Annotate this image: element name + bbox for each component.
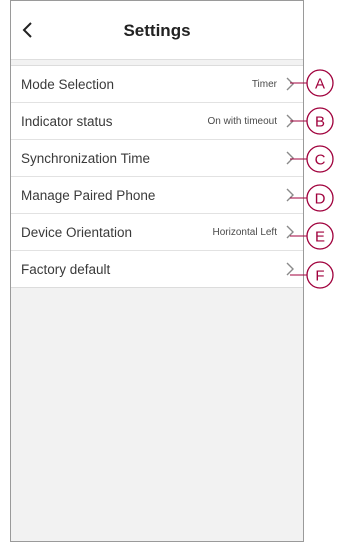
setting-label: Synchronization Time	[21, 151, 151, 166]
callout-label: D	[315, 191, 326, 208]
setting-label: Manage Paired Phone	[21, 188, 156, 203]
setting-row-device-orientation[interactable]: Device Orientation Horizontal Left	[11, 214, 303, 251]
chevron-right-icon	[286, 114, 294, 128]
page-title: Settings	[123, 21, 191, 40]
callout-label: B	[315, 114, 325, 131]
chevron-right-icon	[286, 262, 294, 276]
chevron-right-icon	[286, 188, 294, 202]
setting-value: Timer	[251, 79, 277, 90]
chevron-right-icon	[286, 77, 294, 91]
setting-row-synchronization-time[interactable]: Synchronization Time	[11, 140, 303, 177]
phone-screen: Settings Mode Selection Timer Indicator …	[10, 0, 304, 542]
setting-label: Device Orientation	[21, 225, 133, 240]
setting-label: Mode Selection	[21, 77, 115, 92]
callout-label: F	[315, 268, 324, 285]
header-bar: Settings	[11, 1, 303, 60]
settings-list: Mode Selection Timer Indicator status On…	[11, 65, 303, 288]
setting-value: On with timeout	[207, 116, 277, 127]
setting-row-factory-default[interactable]: Factory default	[11, 251, 303, 287]
setting-value: Horizontal Left	[212, 227, 277, 238]
callout-label: E	[315, 229, 325, 246]
setting-row-indicator-status[interactable]: Indicator status On with timeout	[11, 103, 303, 140]
setting-row-manage-paired-phone[interactable]: Manage Paired Phone	[11, 177, 303, 214]
setting-label: Factory default	[21, 262, 111, 277]
setting-row-mode-selection[interactable]: Mode Selection Timer	[11, 66, 303, 103]
callout-label: A	[315, 76, 325, 93]
setting-label: Indicator status	[21, 114, 113, 129]
callout-label: C	[315, 152, 326, 169]
chevron-right-icon	[286, 225, 294, 239]
chevron-right-icon	[286, 151, 294, 165]
